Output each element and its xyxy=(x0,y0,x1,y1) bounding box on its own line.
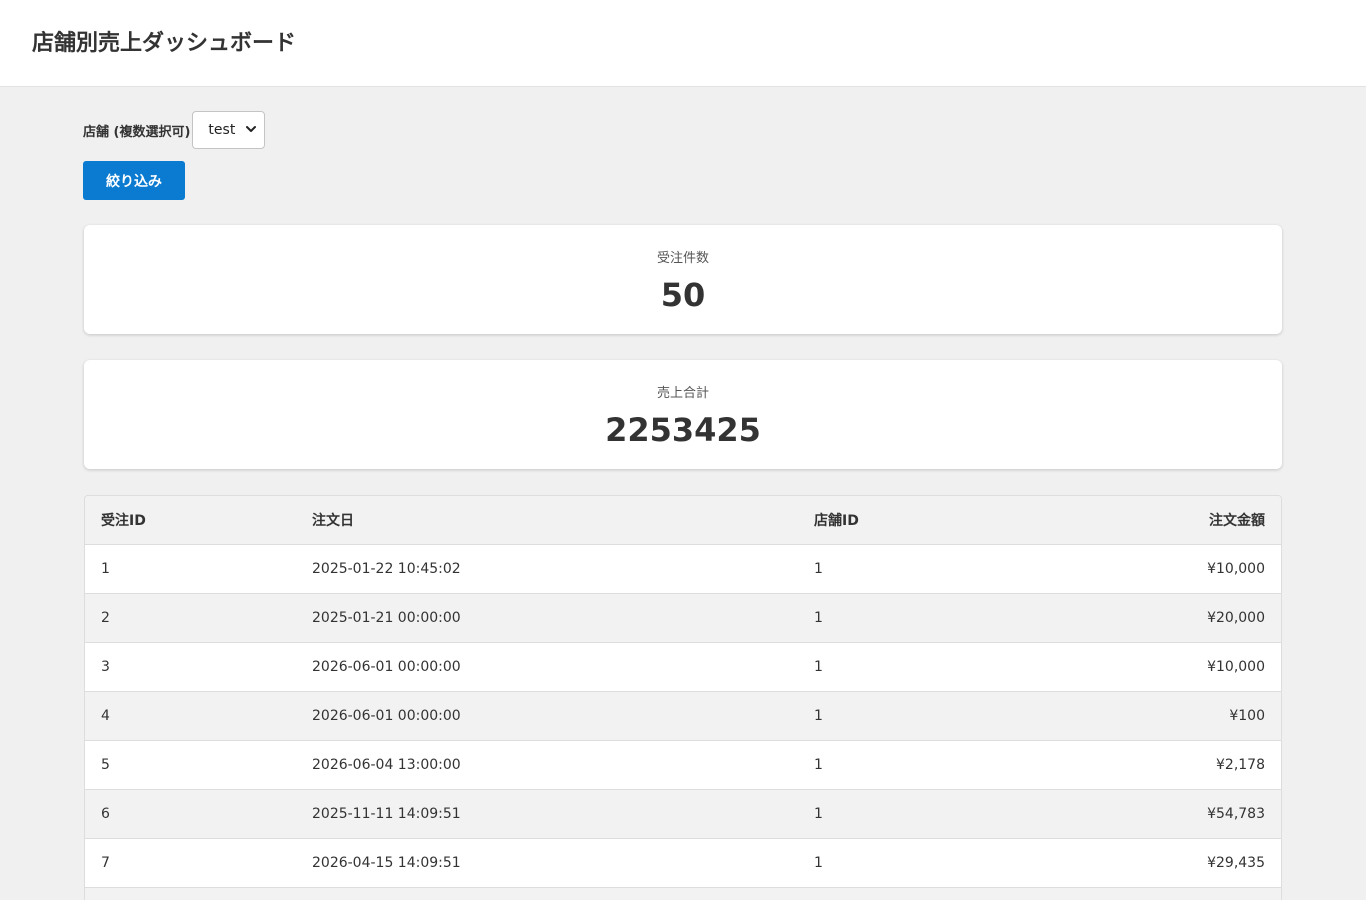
cell-store-id: 1 xyxy=(798,642,1048,692)
orders-table-container: 受注ID 注文日 店舗ID 注文金額 1 2025-01-22 10:45:02… xyxy=(84,495,1282,900)
column-header-order-id[interactable]: 受注ID xyxy=(85,496,296,545)
orders-table: 受注ID 注文日 店舗ID 注文金額 1 2025-01-22 10:45:02… xyxy=(85,496,1281,900)
cell-store-id: 1 xyxy=(798,593,1048,643)
main-content: 店舗 (複数選択可) test 絞り込み 受注件数 50 売上合計 225342… xyxy=(0,87,1366,900)
cell-order-id: 3 xyxy=(85,642,296,692)
sales-total-label: 売上合計 xyxy=(656,386,709,401)
cell-order-amount: ¥20,000 xyxy=(1048,593,1281,643)
cell-order-date: 2025-01-22 10:45:02 xyxy=(296,544,798,594)
cell-store-id: 1 xyxy=(798,740,1048,790)
cell-store-id: 1 xyxy=(798,789,1048,839)
cell-order-date: 2026-06-01 00:00:00 xyxy=(296,642,798,692)
cell-order-amount: ¥54,783 xyxy=(1048,789,1281,839)
sales-total-value: 2253425 xyxy=(605,411,761,449)
cell-store-id: 1 xyxy=(798,838,1048,888)
cell-order-amount: ¥10,000 xyxy=(1048,642,1281,692)
cell-order-id: 4 xyxy=(85,691,296,741)
cell-store-id: 1 xyxy=(798,544,1048,594)
cell-order-date: 2026-06-01 00:00:00 xyxy=(296,691,798,741)
cell-order-id: 5 xyxy=(85,740,296,790)
store-select[interactable]: test xyxy=(192,111,266,149)
cell-order-id: 2 xyxy=(85,593,296,643)
cell-store-id: 1 xyxy=(798,691,1048,741)
table-header-row: 受注ID 注文日 店舗ID 注文金額 xyxy=(85,496,1281,545)
cell-order-id: 1 xyxy=(85,544,296,594)
order-count-label: 受注件数 xyxy=(656,251,709,266)
chevron-down-icon xyxy=(246,126,257,132)
order-count-card: 受注件数 50 xyxy=(84,225,1282,334)
store-filter-label: 店舗 (複数選択可) xyxy=(83,124,191,140)
table-row: 1 2025-01-22 10:45:02 1 ¥10,000 xyxy=(85,544,1281,594)
page-header: 店舗別売上ダッシュボード xyxy=(0,0,1366,87)
table-row: 6 2025-11-11 14:09:51 1 ¥54,783 xyxy=(85,789,1281,839)
column-header-order-date[interactable]: 注文日 xyxy=(296,496,798,545)
filter-button[interactable]: 絞り込み xyxy=(83,161,185,200)
page-title: 店舗別売上ダッシュボード xyxy=(32,31,297,56)
cell-order-amount: ¥2,178 xyxy=(1048,740,1281,790)
cell-order-amount: ¥10,000 xyxy=(1048,544,1281,594)
store-filter: 店舗 (複数選択可) test xyxy=(83,111,266,149)
cell-order-amount: ¥29,435 xyxy=(1048,838,1281,888)
table-row: 5 2026-06-04 13:00:00 1 ¥2,178 xyxy=(85,740,1281,790)
cell-order-date: 2026-04-15 14:09:51 xyxy=(296,838,798,888)
table-row xyxy=(85,887,1281,900)
cell-order-amount: ¥100 xyxy=(1048,691,1281,741)
order-count-value: 50 xyxy=(660,276,706,314)
column-header-order-amount[interactable]: 注文金額 xyxy=(1048,496,1281,545)
cell-order-date: 2025-11-11 14:09:51 xyxy=(296,789,798,839)
cell-order-id: 7 xyxy=(85,838,296,888)
store-select-value: test xyxy=(208,122,236,138)
cell-order-date: 2025-01-21 00:00:00 xyxy=(296,593,798,643)
cell-order-date: 2026-06-04 13:00:00 xyxy=(296,740,798,790)
table-row: 7 2026-04-15 14:09:51 1 ¥29,435 xyxy=(85,838,1281,888)
column-header-store-id[interactable]: 店舗ID xyxy=(798,496,1048,545)
cell-order-id: 6 xyxy=(85,789,296,839)
table-row: 3 2026-06-01 00:00:00 1 ¥10,000 xyxy=(85,642,1281,692)
table-row: 4 2026-06-01 00:00:00 1 ¥100 xyxy=(85,691,1281,741)
table-row: 2 2025-01-21 00:00:00 1 ¥20,000 xyxy=(85,593,1281,643)
sales-total-card: 売上合計 2253425 xyxy=(84,360,1282,469)
